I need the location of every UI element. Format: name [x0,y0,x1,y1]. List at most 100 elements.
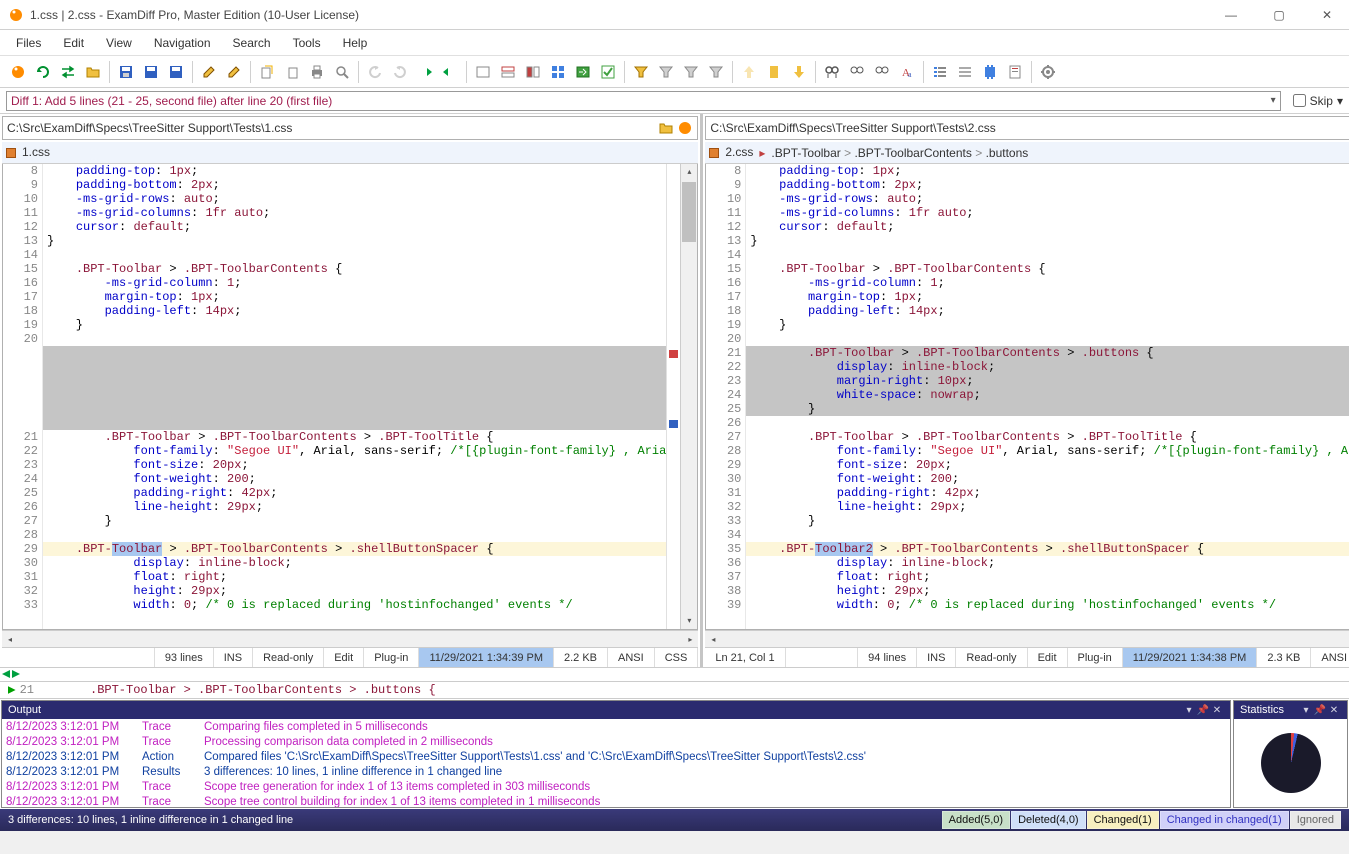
recompare-icon[interactable] [31,60,55,84]
redo-icon[interactable] [388,60,412,84]
find-next-icon[interactable] [845,60,869,84]
right-path-bar: C:\Src\ExamDiff\Specs\TreeSitter Support… [705,116,1349,140]
save-left-icon[interactable] [139,60,163,84]
menu-edit[interactable]: Edit [53,33,94,53]
left-mode[interactable]: Edit [324,648,364,667]
view-grid-icon[interactable] [546,60,570,84]
left-status: 93 lines INS Read-only Edit Plug-in 11/2… [2,647,698,667]
find-icon[interactable] [820,60,844,84]
view-single-icon[interactable] [471,60,495,84]
open-file-icon[interactable] [658,120,674,136]
menu-help[interactable]: Help [333,33,378,53]
checkbox-icon[interactable] [596,60,620,84]
print-icon[interactable] [305,60,329,84]
view-vert-icon[interactable] [521,60,545,84]
edit-right-icon[interactable] [222,60,246,84]
badge-deleted[interactable]: Deleted(4,0) [1011,811,1086,829]
minimize-button[interactable]: — [1217,5,1245,25]
view-horiz-icon[interactable] [496,60,520,84]
svg-text:a: a [908,70,912,79]
filter4-icon[interactable] [704,60,728,84]
panel-dropdown-icon[interactable]: ▾ [1182,705,1196,716]
left-code-area[interactable]: 8910111213141516171819202122232425262728… [2,164,698,630]
sync-icon[interactable] [571,60,595,84]
panel-close-icon[interactable]: ✕ [1327,705,1341,716]
stats-pie-chart[interactable] [1261,733,1321,793]
right-size: 2.3 KB [1257,648,1311,667]
left-tab-bar: 1.css [2,142,698,164]
right-plugin: Plug-in [1068,648,1123,667]
settings-icon[interactable] [1036,60,1060,84]
next-diff-icon[interactable] [413,60,437,84]
report-icon[interactable] [1003,60,1027,84]
right-code-area[interactable]: 8910111213141516171819202122232425262728… [705,164,1349,630]
find-prev-icon[interactable] [870,60,894,84]
filter3-icon[interactable] [679,60,703,84]
skip-checkbox[interactable] [1293,94,1306,107]
down-icon[interactable] [787,60,811,84]
menu-view[interactable]: View [96,33,142,53]
app-small-icon[interactable] [677,120,693,136]
panel-close-icon[interactable]: ✕ [1210,705,1224,716]
save-icon[interactable] [114,60,138,84]
bookmark-icon[interactable] [762,60,786,84]
left-tab[interactable]: 1.css [22,145,50,161]
menubar: Files Edit View Navigation Search Tools … [0,30,1349,56]
left-hscroll[interactable] [2,630,698,647]
filter2-icon[interactable] [654,60,678,84]
prev-diff-icon[interactable] [438,60,462,84]
copy-right-icon[interactable] [280,60,304,84]
save-right-icon[interactable] [164,60,188,84]
filter-icon[interactable] [629,60,653,84]
skip-checkbox-label[interactable]: Skip ▾ [1293,94,1343,108]
lines-icon[interactable] [953,60,977,84]
edit-left-icon[interactable] [197,60,221,84]
right-date: 11/29/2021 1:34:38 PM [1123,648,1258,667]
preview-icon[interactable] [330,60,354,84]
right-hscroll[interactable] [705,630,1349,647]
output-body[interactable]: 8/12/2023 3:12:01 PMTraceComparing files… [2,719,1230,807]
left-code[interactable]: padding-top: 1px; padding-bottom: 2px; -… [43,164,666,629]
badge-ignored[interactable]: Ignored [1290,811,1341,829]
open-folder-icon[interactable] [81,60,105,84]
new-compare-icon[interactable] [6,60,30,84]
right-gutter: 8910111213141516171819202122232425262728… [720,164,746,629]
maximize-button[interactable]: ▢ [1265,5,1293,25]
right-ins: INS [917,648,956,667]
copy-left-icon[interactable] [255,60,279,84]
right-enc: ANSI [1311,648,1349,667]
badge-changed[interactable]: Changed(1) [1087,811,1159,829]
right-path: C:\Src\ExamDiff\Specs\TreeSitter Support… [710,121,1349,135]
right-tab[interactable]: 2.css [725,145,753,161]
app-logo-icon [8,7,24,23]
panel-pin-icon[interactable]: 📌 [1196,705,1210,716]
menu-navigation[interactable]: Navigation [144,33,221,53]
menu-search[interactable]: Search [223,33,281,53]
swap-icon[interactable] [56,60,80,84]
menu-files[interactable]: Files [6,33,51,53]
list-icon[interactable] [928,60,952,84]
undo-icon[interactable] [363,60,387,84]
left-ro: Read-only [253,648,324,667]
nav-arrows[interactable] [0,667,1349,681]
panel-pin-icon[interactable]: 📌 [1313,705,1327,716]
left-vscroll[interactable] [680,164,697,629]
right-mode[interactable]: Edit [1028,648,1068,667]
menu-tools[interactable]: Tools [283,33,331,53]
breadcrumb[interactable]: .BPT-Toolbar > .BPT-ToolbarContents > .b… [771,146,1028,160]
status-badges: Added(5,0) Deleted(4,0) Changed(1) Chang… [942,809,1341,831]
badge-added[interactable]: Added(5,0) [942,811,1010,829]
badge-changed-in-changed[interactable]: Changed in changed(1) [1160,811,1289,829]
plugin-icon[interactable] [978,60,1002,84]
panel-dropdown-icon[interactable]: ▾ [1299,705,1313,716]
diff-combobox[interactable]: Diff 1: Add 5 lines (21 - 25, second fil… [6,91,1281,111]
statusbar: 3 differences: 10 lines, 1 inline differ… [0,809,1349,831]
up-icon[interactable] [737,60,761,84]
font-icon[interactable]: Aa [895,60,919,84]
file-tab-icon [6,148,16,158]
left-minimap[interactable] [666,164,680,629]
right-code[interactable]: padding-top: 1px; padding-bottom: 2px; -… [746,164,1349,629]
close-button[interactable]: ✕ [1313,5,1341,25]
left-path: C:\Src\ExamDiff\Specs\TreeSitter Support… [7,121,655,135]
left-size: 2.2 KB [554,648,608,667]
